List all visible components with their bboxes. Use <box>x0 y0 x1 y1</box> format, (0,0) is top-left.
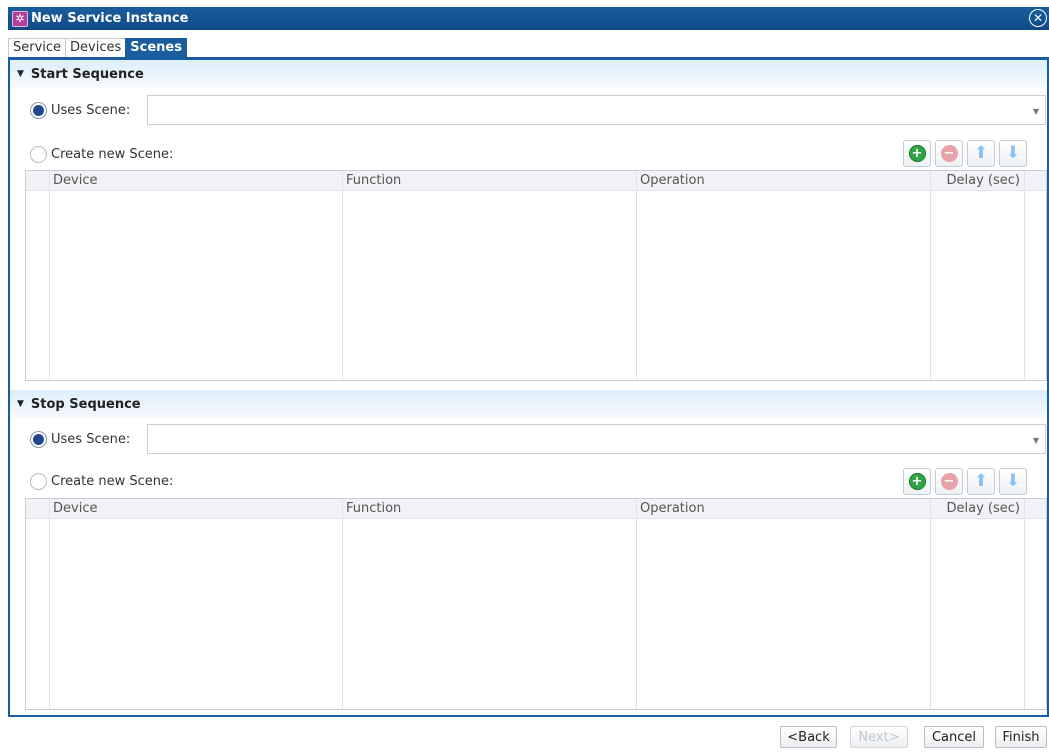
arrow-up-icon: ⬆ <box>973 471 989 491</box>
minus-icon: − <box>940 473 958 490</box>
chevron-down-icon[interactable]: ▼ <box>1033 107 1039 116</box>
start-scene-toolbar: + − ⬆ ⬇ <box>899 140 1027 167</box>
column-operation[interactable]: Operation <box>637 499 931 709</box>
plus-icon: + <box>908 145 926 162</box>
arrow-down-icon: ⬇ <box>1005 471 1021 491</box>
finish-button[interactable]: Finish <box>995 726 1047 748</box>
row-selector-column <box>26 499 50 709</box>
column-operation[interactable]: Operation <box>637 171 931 380</box>
start-scene-table: Device Function Operation Delay (sec) <box>25 170 1047 381</box>
stop-create-scene-radio[interactable] <box>30 473 47 490</box>
stop-scene-select[interactable]: ▼ <box>147 424 1046 454</box>
start-create-scene-option[interactable]: Create new Scene: <box>30 146 173 163</box>
column-device[interactable]: Device <box>50 499 343 709</box>
close-icon[interactable]: ✕ <box>1029 9 1047 27</box>
stop-sequence-header[interactable]: ▼ Stop Sequence <box>10 390 1047 418</box>
service-icon: ✲ <box>12 10 28 27</box>
remove-button[interactable]: − <box>935 468 963 495</box>
stop-uses-scene-option[interactable]: Uses Scene: <box>30 431 130 448</box>
move-down-button[interactable]: ⬇ <box>999 468 1027 495</box>
radio-label: Uses Scene: <box>51 103 131 118</box>
section-title: Start Sequence <box>30 66 144 82</box>
row-selector-column <box>26 171 50 380</box>
window-titlebar: ✲ New Service Instance ✕ <box>8 7 1049 30</box>
window-title: New Service Instance <box>31 11 189 26</box>
radio-label: Create new Scene: <box>51 474 174 489</box>
stop-create-scene-option[interactable]: Create new Scene: <box>30 473 173 490</box>
column-delay[interactable]: Delay (sec) <box>931 171 1025 380</box>
stop-uses-scene-radio[interactable] <box>30 431 47 448</box>
start-uses-scene-option[interactable]: Uses Scene: <box>30 102 130 119</box>
radio-label: Uses Scene: <box>51 432 131 447</box>
chevron-down-icon[interactable]: ▼ <box>1033 436 1039 445</box>
arrow-up-icon: ⬆ <box>973 143 989 163</box>
start-uses-scene-radio[interactable] <box>30 102 47 119</box>
stop-scene-table: Device Function Operation Delay (sec) <box>25 498 1047 710</box>
move-up-button[interactable]: ⬆ <box>967 468 995 495</box>
tab-scenes[interactable]: Scenes <box>125 38 187 57</box>
radio-label: Create new Scene: <box>51 147 174 162</box>
column-function[interactable]: Function <box>343 171 637 380</box>
move-down-button[interactable]: ⬇ <box>999 140 1027 167</box>
arrow-down-icon: ⬇ <box>1005 143 1021 163</box>
collapse-triangle-icon[interactable]: ▼ <box>17 69 24 79</box>
section-title: Stop Sequence <box>30 396 141 412</box>
column-delay[interactable]: Delay (sec) <box>931 499 1025 709</box>
remove-button[interactable]: − <box>935 140 963 167</box>
tab-service[interactable]: Service <box>8 38 67 57</box>
start-scene-select[interactable]: ▼ <box>147 95 1046 125</box>
minus-icon: − <box>940 145 958 162</box>
collapse-triangle-icon[interactable]: ▼ <box>17 399 24 409</box>
start-create-scene-radio[interactable] <box>30 146 47 163</box>
cancel-button[interactable]: Cancel <box>924 726 984 748</box>
tab-bar: Service Devices Scenes <box>8 38 187 57</box>
column-function[interactable]: Function <box>343 499 637 709</box>
add-button[interactable]: + <box>903 140 931 167</box>
move-up-button[interactable]: ⬆ <box>967 140 995 167</box>
add-button[interactable]: + <box>903 468 931 495</box>
plus-icon: + <box>908 473 926 490</box>
column-device[interactable]: Device <box>50 171 343 380</box>
stop-scene-toolbar: + − ⬆ ⬇ <box>899 468 1027 495</box>
tab-devices[interactable]: Devices <box>65 38 127 57</box>
start-sequence-header[interactable]: ▼ Start Sequence <box>10 60 1047 88</box>
back-button[interactable]: <Back <box>780 726 837 748</box>
next-button[interactable]: Next> <box>850 726 908 748</box>
